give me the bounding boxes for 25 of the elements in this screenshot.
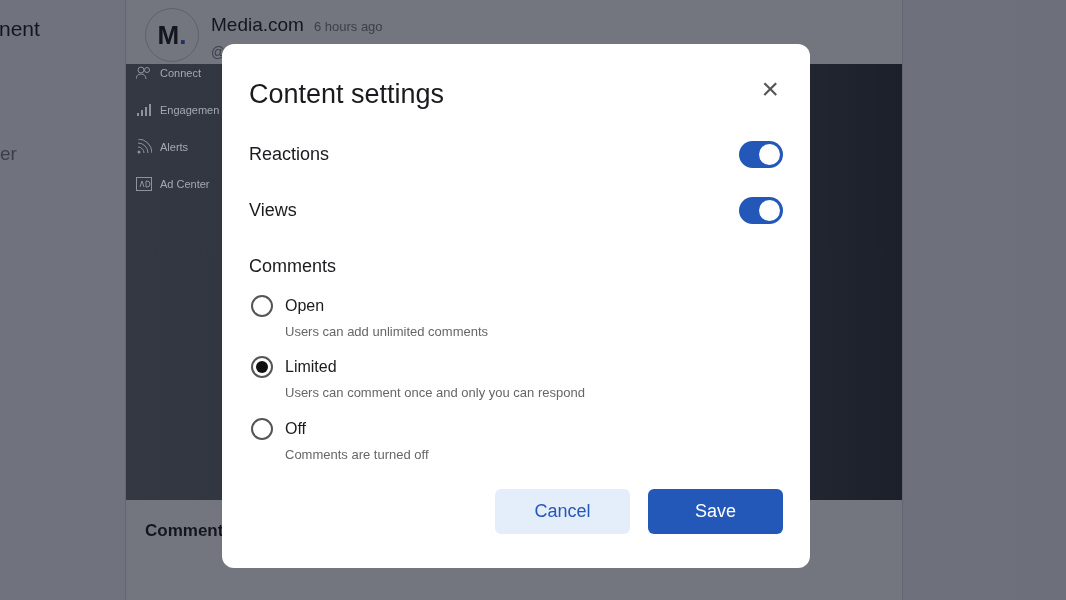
toggle-label: Reactions	[249, 143, 330, 166]
people-icon	[136, 66, 152, 80]
cancel-button[interactable]: Cancel	[495, 489, 630, 534]
option-label: Off	[285, 418, 308, 439]
dialog-title: Content settings	[249, 78, 445, 111]
feed-icon	[136, 139, 152, 155]
save-button[interactable]: Save	[648, 489, 783, 534]
radio-button[interactable]	[251, 356, 273, 378]
signal-bars-icon	[136, 103, 152, 117]
option-label: Limited	[285, 357, 338, 377]
toggle-label: Views	[249, 199, 297, 222]
author-name: Media.com	[211, 13, 304, 37]
radio-button[interactable]	[251, 417, 273, 440]
option-description: Users can comment once and only you can respond	[285, 384, 585, 402]
radio-button[interactable]	[251, 294, 273, 317]
option-label: Open	[285, 295, 326, 316]
comments-heading: Comment	[145, 520, 225, 542]
panel-heading: nent	[0, 16, 41, 42]
option-description: Users can add unlimited comments	[285, 322, 489, 341]
section-heading: Comments	[249, 254, 338, 278]
close-button[interactable]: ×	[761, 74, 779, 105]
toggle-switch[interactable]	[739, 197, 783, 224]
ad-icon	[136, 177, 152, 191]
option-description: Comments are turned off	[285, 445, 429, 464]
toggle-switch[interactable]	[739, 141, 783, 168]
